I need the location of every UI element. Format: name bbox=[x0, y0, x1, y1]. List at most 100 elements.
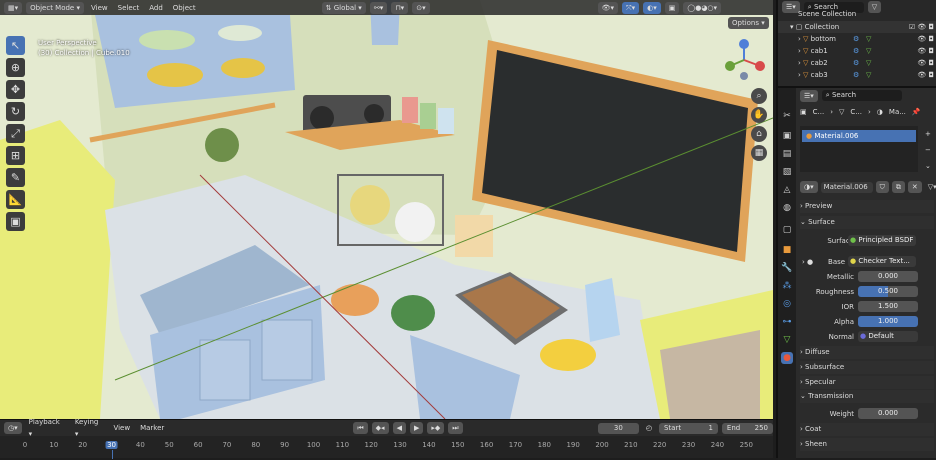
mode-select[interactable]: Object Mode ▾ bbox=[26, 1, 84, 14]
annotate-tool[interactable]: ✎ bbox=[6, 168, 25, 187]
transform-orientation-select[interactable]: ⇅ Global ▾ bbox=[321, 1, 366, 14]
play-button[interactable]: ▶ bbox=[409, 422, 424, 434]
breadcrumb-mesh[interactable]: C... bbox=[850, 108, 862, 116]
remove-slot-icon[interactable]: − bbox=[922, 144, 934, 156]
material-name-field[interactable]: Material.006 bbox=[820, 181, 873, 193]
collection-expand-icon[interactable]: ▾ bbox=[778, 23, 794, 31]
transmission-panel-header[interactable]: ⌄ Transmission bbox=[800, 390, 934, 403]
outliner-item-bottom[interactable]: › ▽ bottom ⚙ ▽ 👁 ◘ bbox=[778, 33, 936, 45]
modifier-wrench-icon[interactable]: ⚙ bbox=[853, 45, 859, 57]
stopwatch-icon[interactable]: ◴ bbox=[643, 422, 655, 434]
frame-ruler[interactable]: 0 10 20 30 40 50 60 70 80 90 100 110 120 130 140 150 160… bbox=[0, 436, 773, 459]
rotate-tool[interactable]: ↻ bbox=[6, 102, 25, 121]
menu-marker[interactable]: Marker bbox=[137, 422, 167, 434]
modifier-wrench-icon[interactable]: ⚙ bbox=[853, 33, 859, 45]
subsurface-panel-header[interactable]: › Subsurface bbox=[800, 361, 934, 374]
outliner-item-cab3[interactable]: › ▽ cab3 ⚙ ▽ 👁 ◘ bbox=[778, 69, 936, 81]
current-frame-field[interactable]: 30 bbox=[597, 422, 639, 434]
options-button[interactable]: Options ▾ bbox=[728, 17, 769, 29]
cursor-tool[interactable]: ⊕ bbox=[6, 58, 25, 77]
menu-view[interactable]: View bbox=[88, 2, 111, 14]
data-tab[interactable]: ▽ bbox=[781, 334, 793, 346]
expand-arrow-icon[interactable]: › bbox=[778, 35, 801, 43]
visibility-toggles[interactable]: 👁 ◘ bbox=[917, 45, 934, 57]
metallic-field[interactable]: 0.000 bbox=[858, 271, 918, 282]
menu-object[interactable]: Object bbox=[170, 2, 199, 14]
navigation-gizmo[interactable] bbox=[720, 36, 770, 86]
breadcrumb-material[interactable]: Ma... bbox=[889, 108, 906, 116]
pan-button[interactable]: ✋ bbox=[751, 107, 767, 123]
play-reverse-button[interactable]: ◀ bbox=[392, 422, 406, 434]
material-slot-item[interactable]: ● Material.006 bbox=[802, 130, 916, 142]
particles-tab[interactable]: ⁂ bbox=[781, 280, 793, 292]
shading-modes[interactable]: ◯●◕○▾ bbox=[683, 1, 722, 14]
expand-arrow-icon[interactable]: › bbox=[778, 59, 801, 67]
fake-user-button[interactable]: ⛉ bbox=[875, 181, 889, 193]
weight-field[interactable]: 0.000 bbox=[858, 408, 918, 419]
collection-toggles[interactable]: ☑ 👁 ◘ bbox=[909, 21, 934, 33]
surface-panel-header[interactable]: ⌄ Surface bbox=[800, 216, 934, 229]
mesh-data-icon[interactable]: ▽ bbox=[866, 45, 871, 57]
coat-panel-header[interactable]: › Coat bbox=[800, 423, 934, 436]
browse-material-button[interactable]: ◑▾ bbox=[800, 181, 818, 193]
material-slot-list[interactable]: ● Material.006 bbox=[800, 126, 918, 172]
modifier-wrench-icon[interactable]: ⚙ bbox=[853, 57, 859, 69]
prev-keyframe-button[interactable]: ◆◂ bbox=[371, 422, 389, 434]
pivot-point-button[interactable]: ⚯▾ bbox=[369, 1, 388, 14]
breadcrumb-object[interactable]: C... bbox=[813, 108, 825, 116]
unlink-material-button[interactable]: ✕ bbox=[907, 181, 922, 193]
editor-type-button[interactable]: ▦▾ bbox=[4, 1, 23, 14]
scene-tab[interactable]: ◬ bbox=[781, 184, 793, 196]
expand-arrow-icon[interactable]: › bbox=[778, 71, 801, 79]
menu-select[interactable]: Select bbox=[115, 2, 143, 14]
ortho-toggle-button[interactable]: ▦ bbox=[751, 145, 767, 161]
3d-viewport[interactable]: ▦▾ Object Mode ▾ View Select Add Object … bbox=[0, 0, 773, 419]
specular-panel-header[interactable]: › Specular bbox=[800, 376, 934, 389]
menu-timeline-view[interactable]: View bbox=[110, 422, 133, 434]
proportional-edit-button[interactable]: ⊙▾ bbox=[412, 1, 430, 14]
playhead[interactable]: 30 bbox=[105, 441, 119, 449]
select-box-tool[interactable]: ↖ bbox=[6, 36, 25, 55]
end-frame-field[interactable]: End 250 bbox=[721, 422, 773, 434]
visibility-toggles[interactable]: 👁 ◘ bbox=[917, 69, 934, 81]
expand-arrow-icon[interactable]: › bbox=[778, 47, 801, 55]
xray-button[interactable]: ▣ bbox=[664, 1, 680, 14]
world-tab[interactable]: ◍ bbox=[781, 202, 793, 214]
mesh-data-icon[interactable]: ▽ bbox=[866, 57, 871, 69]
object-tab[interactable]: ■ bbox=[781, 244, 793, 256]
timeline-editor-type[interactable]: ◷▾ bbox=[4, 422, 22, 434]
overlay-button[interactable]: ◐▾ bbox=[643, 1, 661, 14]
scene-collection-row[interactable]: Scene Collection bbox=[778, 10, 936, 18]
next-keyframe-button[interactable]: ▸◆ bbox=[427, 422, 445, 434]
roughness-slider[interactable]: 0.500 bbox=[858, 286, 918, 297]
physics-tab[interactable]: ◎ bbox=[781, 298, 793, 310]
collection-row[interactable]: ▾ ▢ Collection ☑ 👁 ◘ bbox=[778, 21, 936, 33]
base-color-link-field[interactable]: ● Checker Text... bbox=[848, 256, 916, 267]
sheen-panel-header[interactable]: › Sheen bbox=[800, 438, 934, 451]
outliner-item-cab1[interactable]: › ▽ cab1 ⚙ ▽ 👁 ◘ bbox=[778, 45, 936, 57]
render-tab[interactable]: ▣ bbox=[781, 130, 793, 142]
scale-tool[interactable]: ⤢ bbox=[6, 124, 25, 143]
mesh-data-icon[interactable]: ▽ bbox=[866, 33, 871, 45]
add-cube-tool[interactable]: ▣ bbox=[6, 212, 25, 231]
measure-tool[interactable]: 📐 bbox=[6, 190, 25, 209]
menu-add[interactable]: Add bbox=[146, 2, 166, 14]
gizmo-button[interactable]: ⤧▾ bbox=[621, 1, 640, 14]
surface-shader-field[interactable]: ● Principled BSDF bbox=[848, 235, 916, 246]
properties-editor-type[interactable]: ☰▾ bbox=[800, 90, 818, 102]
diffuse-panel-header[interactable]: › Diffuse bbox=[800, 346, 934, 359]
material-filter-icon[interactable]: ▽▾ bbox=[925, 181, 936, 193]
collection-tab[interactable]: ▢ bbox=[781, 224, 793, 236]
start-frame-field[interactable]: Start 1 bbox=[658, 422, 718, 434]
outliner-item-cab2[interactable]: › ▽ cab2 ⚙ ▽ 👁 ◘ bbox=[778, 57, 936, 69]
camera-view-button[interactable]: ⌂ bbox=[751, 126, 767, 142]
zoom-button[interactable]: ⌕ bbox=[751, 88, 767, 104]
visibility-toggles[interactable]: 👁 ◘ bbox=[917, 57, 934, 69]
ior-field[interactable]: 1.500 bbox=[858, 301, 918, 312]
constraints-tab[interactable]: ⊶ bbox=[781, 316, 793, 328]
mesh-data-icon[interactable]: ▽ bbox=[866, 69, 871, 81]
alpha-slider[interactable]: 1.000 bbox=[858, 316, 918, 327]
modifier-tab[interactable]: 🔧 bbox=[781, 262, 793, 274]
duplicate-material-button[interactable]: ⧉ bbox=[891, 181, 905, 193]
modifier-wrench-icon[interactable]: ⚙ bbox=[853, 69, 859, 81]
